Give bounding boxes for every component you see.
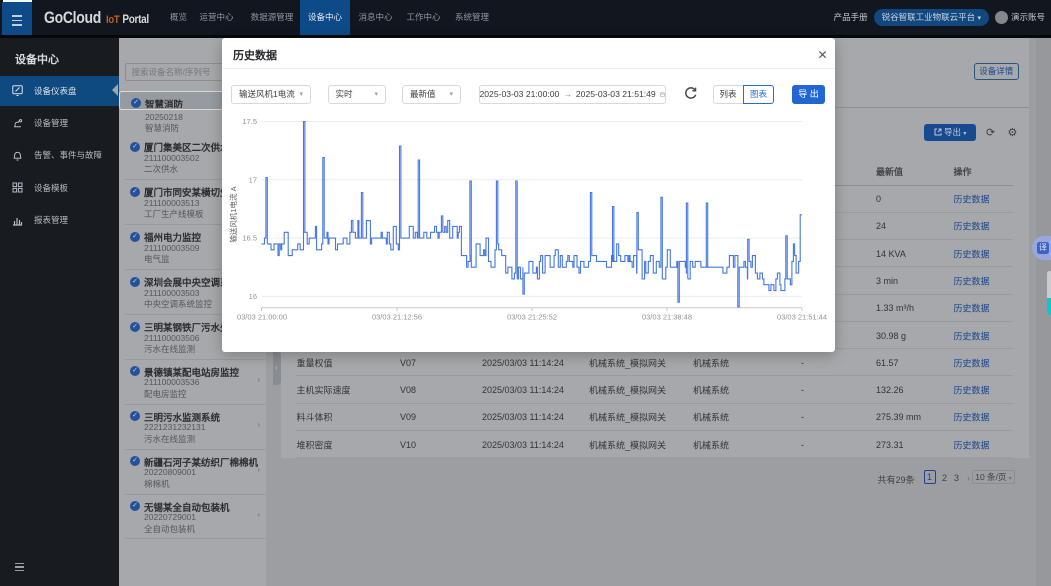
- svg-text:03/03 21:25:52: 03/03 21:25:52: [506, 312, 556, 321]
- svg-text:03/03 21:12:56: 03/03 21:12:56: [371, 312, 421, 321]
- svg-text:17: 17: [248, 175, 256, 184]
- svg-text:03/03 21:38:48: 03/03 21:38:48: [641, 312, 691, 321]
- svg-text:17.5: 17.5: [242, 117, 257, 126]
- svg-text:03/03 21:51:44: 03/03 21:51:44: [776, 312, 826, 321]
- svg-text:输送风机1电流 A: 输送风机1电流 A: [228, 186, 238, 242]
- svg-text:16: 16: [248, 291, 256, 300]
- svg-text:03/03 21:00:00: 03/03 21:00:00: [236, 312, 286, 321]
- svg-text:16.5: 16.5: [242, 233, 257, 242]
